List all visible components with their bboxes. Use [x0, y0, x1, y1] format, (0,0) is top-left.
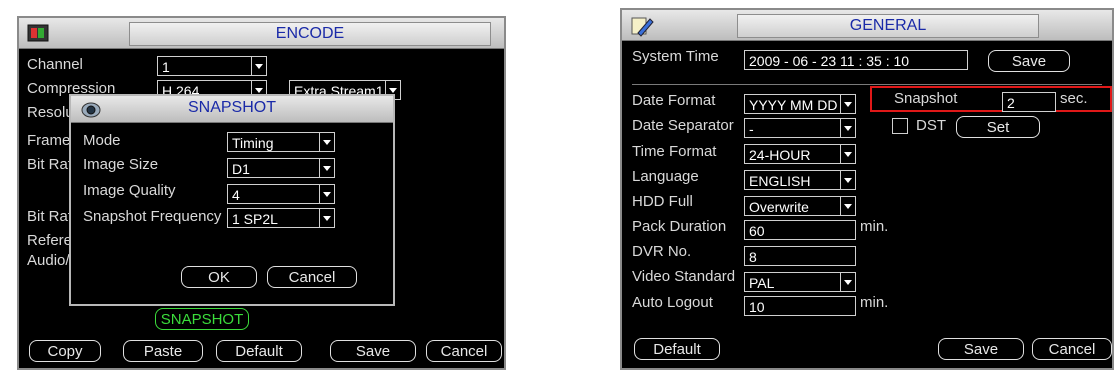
save-button[interactable]: Save — [938, 338, 1024, 360]
chevron-down-icon — [319, 209, 334, 227]
chevron-down-icon — [319, 185, 334, 203]
chevron-down-icon — [319, 133, 334, 151]
time-format-label: Time Format — [632, 143, 717, 160]
channel-label: Channel — [27, 56, 83, 73]
pack-duration-label: Pack Duration — [632, 218, 727, 235]
image-quality-select[interactable]: 4 — [227, 184, 335, 204]
snapshot-dialog: SNAPSHOT Mode Timing Image Size D1 Image… — [69, 94, 395, 306]
time-format-select[interactable]: 24-HOUR — [744, 144, 856, 164]
language-label: Language — [632, 168, 699, 185]
resolution-label: Resolu — [27, 104, 74, 121]
hdd-full-value: Overwrite — [749, 199, 809, 215]
image-size-label: Image Size — [83, 156, 159, 173]
snapshot-frequency-value: 1 SP2L — [232, 211, 278, 227]
mode-value: Timing — [232, 135, 274, 151]
encode-titlebar: ENCODE — [19, 18, 504, 49]
date-separator-select[interactable]: - — [744, 118, 856, 138]
snapshot-interval-field[interactable]: 2 — [1002, 92, 1056, 112]
snapshot-button[interactable]: SNAPSHOT — [155, 308, 249, 330]
paste-button[interactable]: Paste — [123, 340, 203, 362]
cancel-button[interactable]: Cancel — [426, 340, 502, 362]
default-button[interactable]: Default — [634, 338, 720, 360]
save-time-button[interactable]: Save — [988, 50, 1070, 72]
frame-rate-label: Frame — [27, 132, 71, 149]
encode-title: ENCODE — [129, 22, 491, 46]
dst-set-button[interactable]: Set — [956, 116, 1040, 138]
snapshot-title: SNAPSHOT — [187, 99, 276, 116]
bit-rate-type-label: Bit Rat — [27, 156, 73, 173]
mode-label: Mode — [83, 132, 121, 149]
chevron-down-icon — [840, 95, 855, 113]
chevron-down-icon — [840, 145, 855, 163]
hdd-full-select[interactable]: Overwrite — [744, 196, 856, 216]
date-format-label: Date Format — [632, 92, 716, 109]
general-window: GENERAL System Time 2009 - 06 - 23 11 : … — [620, 8, 1114, 370]
audio-video-label: Audio/ — [27, 252, 70, 269]
snapshot-frequency-label: Snapshot Frequency — [83, 208, 222, 225]
general-titlebar: GENERAL — [622, 10, 1112, 41]
snapshot-titlebar: SNAPSHOT — [71, 96, 393, 123]
image-size-value: D1 — [232, 161, 250, 177]
dialog-cancel-button[interactable]: Cancel — [267, 266, 357, 288]
channel-value: 1 — [162, 59, 170, 75]
video-standard-label: Video Standard — [632, 268, 736, 285]
chevron-down-icon — [319, 159, 334, 177]
pack-duration-unit: min. — [860, 218, 889, 235]
chevron-down-icon — [840, 171, 855, 189]
language-select[interactable]: ENGLISH — [744, 170, 856, 190]
auto-logout-label: Auto Logout — [632, 294, 713, 311]
save-button[interactable]: Save — [330, 340, 416, 362]
snapshot-label: Snapshot — [894, 90, 958, 107]
language-value: ENGLISH — [749, 173, 811, 189]
default-button[interactable]: Default — [216, 340, 302, 362]
bit-rate-label: Bit Rat — [27, 208, 73, 225]
video-standard-select[interactable]: PAL — [744, 272, 856, 292]
chevron-down-icon — [840, 273, 855, 291]
chevron-down-icon — [840, 119, 855, 137]
time-format-value: 24-HOUR — [749, 147, 811, 163]
general-title: GENERAL — [737, 14, 1039, 38]
hdd-full-label: HDD Full — [632, 193, 693, 210]
pack-duration-field[interactable]: 60 — [744, 220, 856, 240]
copy-button[interactable]: Copy — [29, 340, 101, 362]
auto-logout-unit: min. — [860, 294, 889, 311]
image-quality-value: 4 — [232, 187, 240, 203]
date-separator-label: Date Separator — [632, 117, 734, 134]
system-time-label: System Time — [632, 48, 719, 65]
chevron-down-icon — [840, 197, 855, 215]
image-size-select[interactable]: D1 — [227, 158, 335, 178]
mode-select[interactable]: Timing — [227, 132, 335, 152]
chevron-down-icon — [251, 57, 266, 75]
image-quality-label: Image Quality — [83, 182, 176, 199]
dst-label: DST — [916, 117, 946, 134]
reference-label: Refere — [27, 232, 73, 249]
separator-line — [632, 84, 1102, 85]
encode-window: ENCODE Channel 1 Compression H.264 Extra… — [17, 16, 506, 370]
dvr-no-field[interactable]: 8 — [744, 246, 856, 266]
system-time-field[interactable]: 2009 - 06 - 23 11 : 35 : 10 — [744, 50, 968, 70]
date-separator-value: - — [749, 121, 754, 137]
video-standard-value: PAL — [749, 275, 775, 291]
date-format-select[interactable]: YYYY MM DD — [744, 94, 856, 114]
pen-icon — [630, 13, 654, 42]
auto-logout-field[interactable]: 10 — [744, 296, 856, 316]
snapshot-unit-label: sec. — [1060, 90, 1088, 107]
dvr-no-label: DVR No. — [632, 243, 692, 260]
dst-checkbox[interactable] — [892, 118, 908, 134]
cancel-button[interactable]: Cancel — [1032, 338, 1112, 360]
snapshot-frequency-select[interactable]: 1 SP2L — [227, 208, 335, 228]
date-format-value: YYYY MM DD — [749, 97, 838, 113]
encode-window-icon — [27, 23, 49, 48]
ok-button[interactable]: OK — [181, 266, 257, 288]
channel-select[interactable]: 1 — [157, 56, 267, 76]
